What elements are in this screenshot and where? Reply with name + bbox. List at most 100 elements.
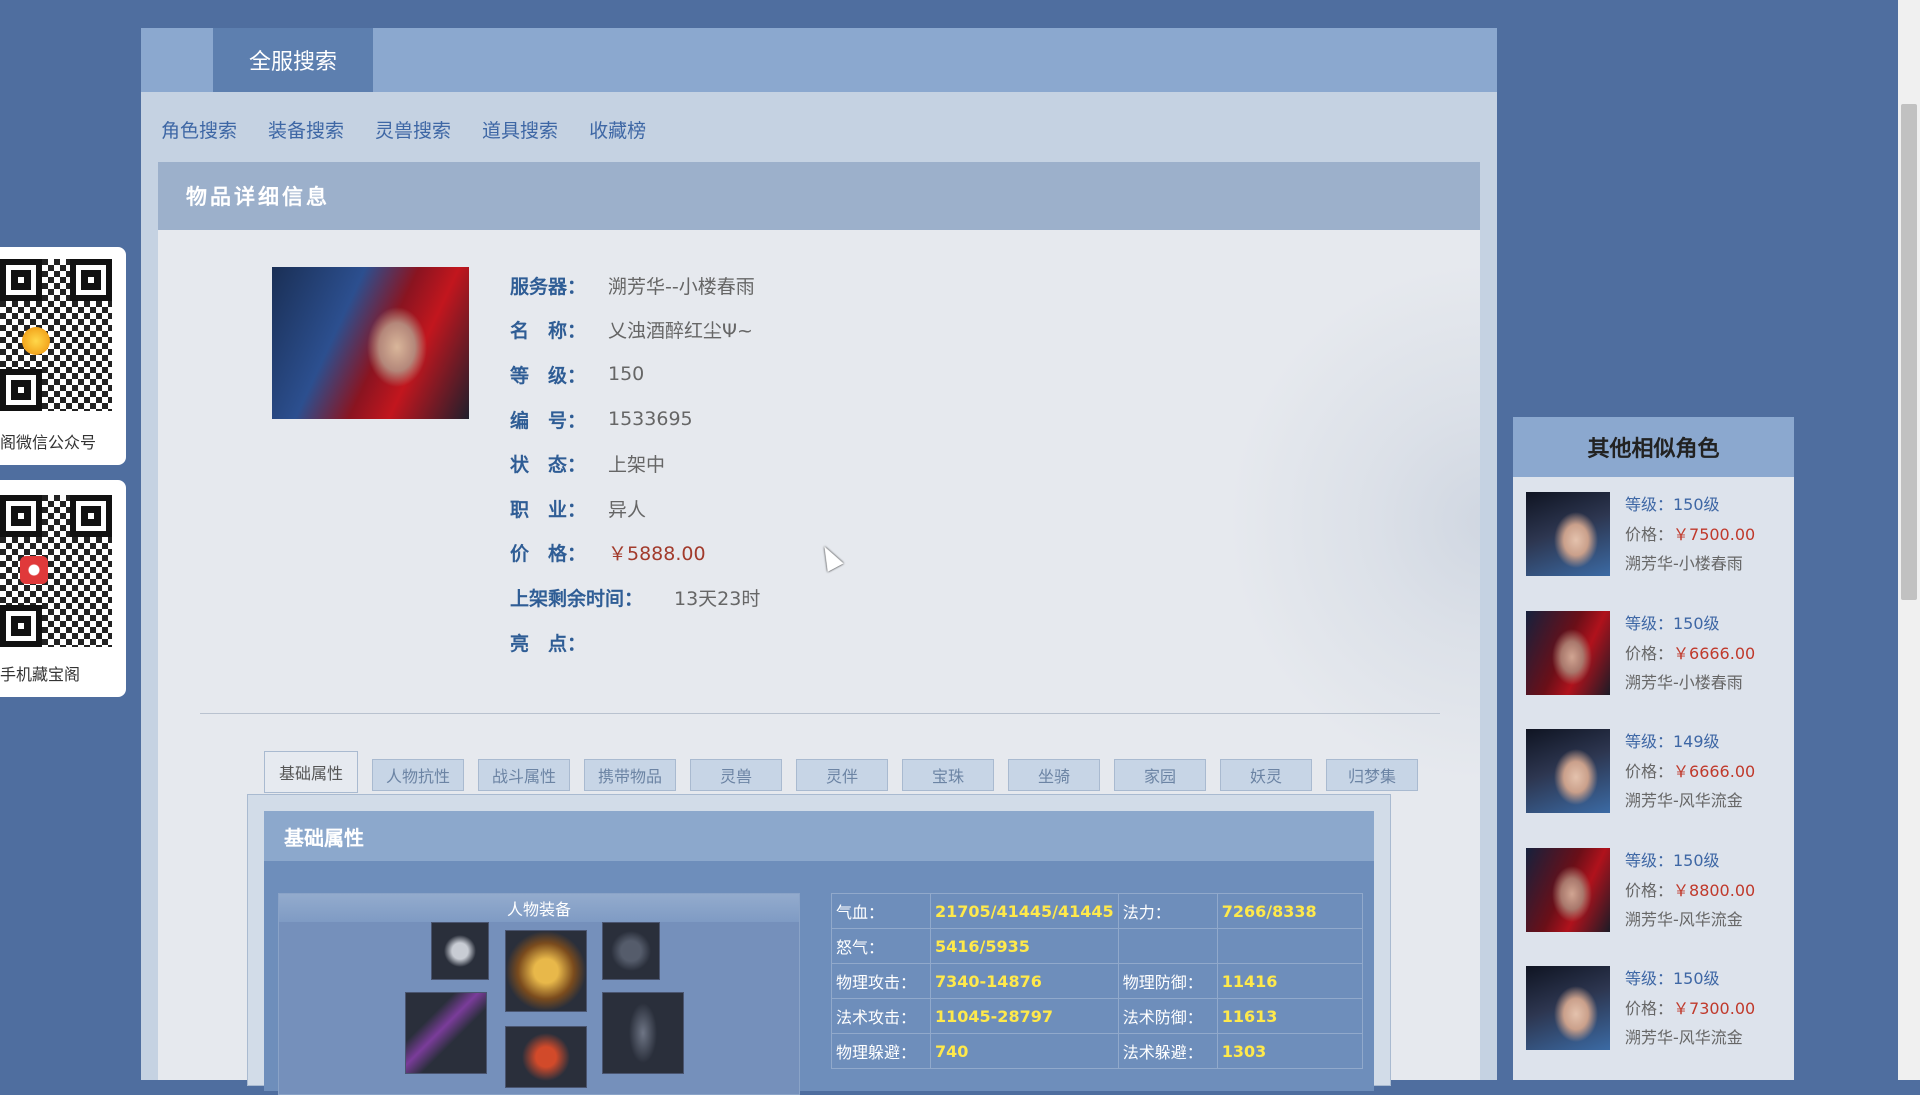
info-label: 价 格： (510, 543, 587, 566)
stat-label: 法术攻击： (831, 998, 931, 1034)
character-equipment-box: 人物装备 (278, 893, 800, 1095)
similar-characters-panel: 其他相似角色 等级：150级 价格：￥7500.00 溯芳华-小楼春雨 等级：1… (1513, 417, 1794, 1080)
subnav-favorites-ranking[interactable]: 收藏榜 (589, 116, 646, 143)
info-label: 上架剩余时间： (510, 587, 644, 610)
tab-companions[interactable]: 灵伴 (796, 759, 888, 791)
similar-price-line: 价格：￥8800.00 (1625, 876, 1755, 906)
mobile-app-qr-caption: 手机藏宝阁 (0, 665, 81, 684)
character-avatar (1526, 848, 1610, 932)
stat-value-mp: 7266/8338 (1216, 893, 1363, 929)
subnav-equipment-search[interactable]: 装备搜索 (268, 116, 344, 143)
attribute-tabs: 基础属性 人物抗性 战斗属性 携带物品 灵兽 灵伴 宝珠 坐骑 家园 妖灵 归梦… (264, 751, 1432, 793)
stat-label: 物理防御： (1117, 963, 1218, 999)
info-label: 职 业： (510, 498, 587, 521)
stat-label: 法力： (1117, 893, 1218, 929)
wechat-qr-card[interactable]: 阁微信公众号 (0, 247, 126, 465)
info-label: 编 号： (510, 409, 587, 432)
similar-price-label: 价格： (1625, 761, 1674, 781)
equipment-slot-amulet[interactable] (431, 922, 489, 980)
info-row-price: 价 格： ￥5888.00 (510, 531, 760, 576)
tab-carried-items[interactable]: 携带物品 (584, 759, 676, 791)
stat-value-empty (1216, 928, 1363, 964)
tab-basic-attributes[interactable]: 基础属性 (264, 751, 358, 793)
tab-combat-attributes[interactable]: 战斗属性 (478, 759, 570, 791)
qr-finder-mark (0, 259, 42, 301)
stats-row: 气血： 21705/41445/41445 法力： 7266/8338 (831, 893, 1363, 929)
character-avatar (1526, 492, 1610, 576)
stat-label (1117, 928, 1218, 964)
mobile-app-qr-card[interactable]: 手机藏宝阁 (0, 480, 126, 697)
item-detail-header: 物品详细信息 (158, 162, 1480, 230)
stat-value-physical-defense: 11416 (1216, 963, 1363, 999)
info-row-name: 名 称： 乂浊酒醉红尘Ψ~ (510, 308, 760, 353)
character-avatar (1526, 611, 1610, 695)
qr-finder-mark (0, 369, 42, 411)
tab-gems[interactable]: 宝珠 (902, 759, 994, 791)
info-value-status: 上架中 (608, 454, 666, 477)
similar-server: 溯芳华-小楼春雨 (1625, 673, 1743, 692)
qr-finder-mark (70, 495, 112, 537)
tab-home[interactable]: 家园 (1114, 759, 1206, 791)
similar-price: ￥6666.00 (1673, 643, 1756, 663)
equipment-slot-weapon[interactable] (405, 992, 487, 1074)
tab-mounts[interactable]: 坐骑 (1008, 759, 1100, 791)
equipment-slot-armor[interactable] (505, 1026, 587, 1088)
equipment-slot-helmet[interactable] (505, 930, 587, 1012)
info-row-status: 状 态： 上架中 (510, 441, 760, 486)
info-value-level: 150 (608, 363, 645, 386)
search-subnav: 角色搜索 装备搜索 灵兽搜索 道具搜索 收藏榜 (161, 116, 677, 143)
similar-character-item[interactable]: 等级：150级 价格：￥7500.00 溯芳华-小楼春雨 (1526, 492, 1786, 582)
tab-pets[interactable]: 灵兽 (690, 759, 782, 791)
similar-price-label: 价格： (1625, 643, 1674, 663)
similar-level: 等级：150级 (1625, 851, 1720, 870)
subnav-role-search[interactable]: 角色搜索 (161, 116, 237, 143)
character-portrait (272, 267, 469, 419)
wechat-qr-caption: 阁微信公众号 (0, 433, 97, 452)
equipment-slot-accessory[interactable] (602, 922, 660, 980)
stats-row: 法术攻击： 11045-28797 法术防御： 11613 (831, 998, 1363, 1034)
attribute-panel: 基础属性 人物装备 气血： 21705/41445/41445 法力： 7266… (247, 794, 1391, 1095)
similar-level: 等级：150级 (1625, 495, 1720, 514)
stat-value-physical-attack: 7340-14876 (930, 963, 1119, 999)
basic-attributes-title: 基础属性 (264, 811, 1374, 861)
similar-character-item[interactable]: 等级：150级 价格：￥8800.00 溯芳华-风华流金 (1526, 848, 1786, 938)
similar-price: ￥8800.00 (1673, 880, 1756, 900)
subnav-pet-search[interactable]: 灵兽搜索 (375, 116, 451, 143)
similar-server: 溯芳华-风华流金 (1625, 791, 1743, 810)
similar-server: 溯芳华-小楼春雨 (1625, 554, 1743, 573)
info-value-class: 异人 (608, 498, 647, 521)
similar-level: 等级：150级 (1625, 969, 1720, 988)
stats-row: 物理躲避： 740 法术躲避： 1303 (831, 1033, 1363, 1069)
tab-character-resistance[interactable]: 人物抗性 (372, 759, 464, 791)
similar-price-line: 价格：￥7500.00 (1625, 520, 1755, 550)
similar-character-item[interactable]: 等级：150级 价格：￥6666.00 溯芳华-小楼春雨 (1526, 611, 1786, 701)
similar-character-item[interactable]: 等级：150级 价格：￥7300.00 溯芳华-风华流金 (1526, 966, 1786, 1056)
character-avatar (1526, 729, 1610, 813)
info-label: 状 态： (510, 454, 587, 477)
qr-finder-mark (0, 495, 42, 537)
divider (200, 713, 1440, 714)
info-value-remaining-time: 13天23时 (674, 587, 761, 610)
similar-price-label: 价格： (1625, 524, 1674, 544)
page-scrollbar-thumb[interactable] (1901, 104, 1917, 600)
info-row-highlights: 亮 点： (510, 620, 760, 665)
similar-price: ￥7500.00 (1673, 524, 1756, 544)
stat-value-physical-evasion: 740 (930, 1033, 1119, 1069)
tab-spirits[interactable]: 妖灵 (1220, 759, 1312, 791)
tab-dream-collection[interactable]: 归梦集 (1326, 759, 1418, 791)
similar-character-item[interactable]: 等级：149级 价格：￥6666.00 溯芳华-风华流金 (1526, 729, 1786, 819)
stat-value-magic-attack: 11045-28797 (930, 998, 1119, 1034)
equipment-slot-offhand[interactable] (602, 992, 684, 1074)
qr-finder-mark (70, 259, 112, 301)
tab-global-search[interactable]: 全服搜索 (213, 28, 373, 92)
stat-value-rage: 5416/5935 (930, 928, 1119, 964)
similar-price-line: 价格：￥6666.00 (1625, 757, 1755, 787)
subnav-item-search[interactable]: 道具搜索 (482, 116, 558, 143)
basic-attributes-section: 基础属性 人物装备 气血： 21705/41445/41445 法力： 7266… (264, 811, 1374, 1095)
info-value-server: 溯芳华--小楼春雨 (608, 275, 755, 298)
info-row-id: 编 号： 1533695 (510, 397, 760, 442)
page-scrollbar-track[interactable] (1898, 0, 1920, 1080)
similar-character-text: 等级：150级 价格：￥7300.00 溯芳华-风华流金 (1625, 964, 1755, 1053)
info-row-level: 等 级： 150 (510, 352, 760, 397)
similar-level: 等级：149级 (1625, 732, 1720, 751)
